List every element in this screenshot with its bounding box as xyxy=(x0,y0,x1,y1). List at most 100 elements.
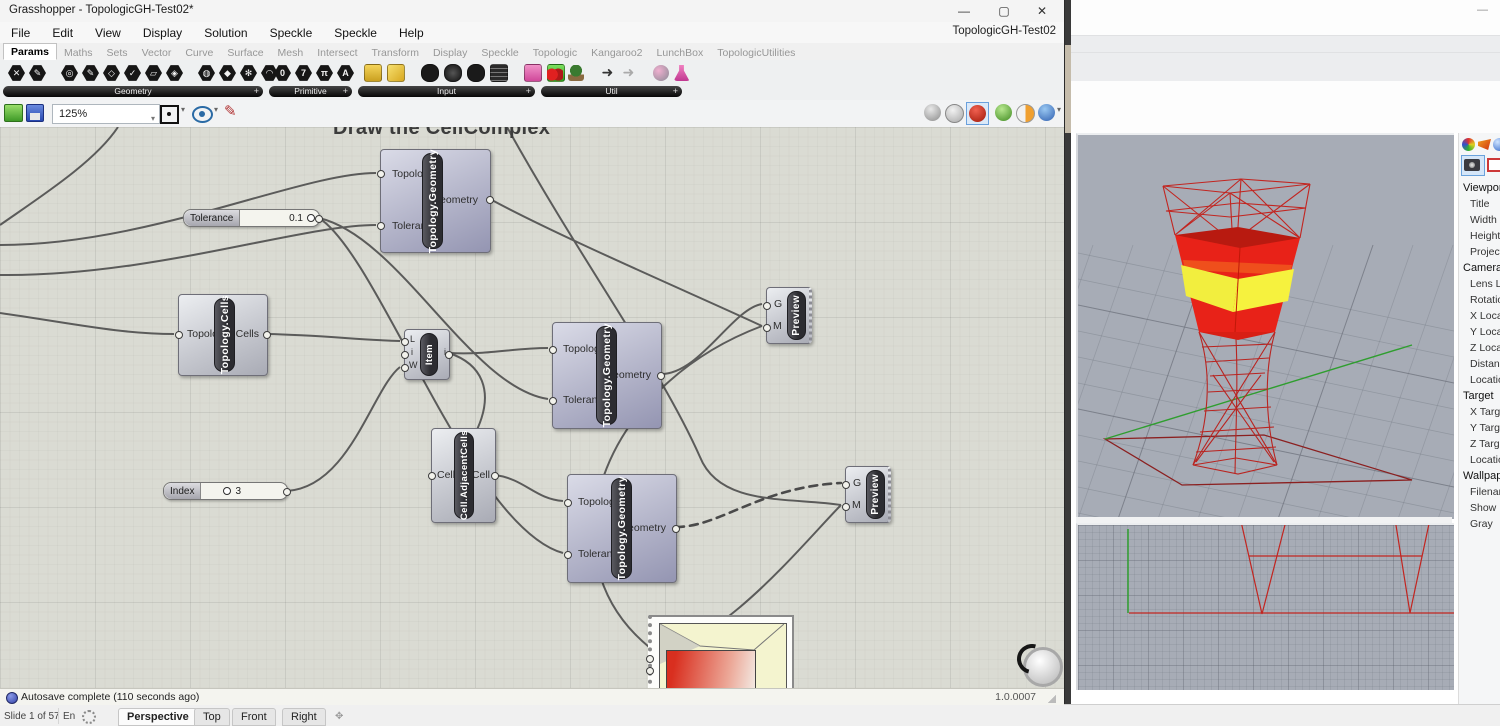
tab-maths[interactable]: Maths xyxy=(57,45,100,60)
geometry-icon-11[interactable]: ✻ xyxy=(240,65,257,82)
minimize-button[interactable]: — xyxy=(946,0,982,22)
geometry-icon-7[interactable]: ▱ xyxy=(145,65,162,82)
close-button[interactable]: ✕ xyxy=(1024,0,1060,22)
primitive-icon-integer[interactable]: 7 xyxy=(295,65,312,82)
panel-item[interactable]: Z Target xyxy=(1459,436,1500,452)
tab-params[interactable]: Params xyxy=(3,43,57,60)
panel-item[interactable]: Gray xyxy=(1459,516,1500,532)
input-port[interactable] xyxy=(549,397,557,405)
output-port[interactable] xyxy=(283,488,291,496)
relay-arrow-icon[interactable]: ➜ xyxy=(600,65,616,81)
panel-icon[interactable] xyxy=(490,64,508,82)
color-wheel-icon[interactable] xyxy=(1462,138,1475,151)
input-port[interactable] xyxy=(564,551,572,559)
knob-icon[interactable] xyxy=(444,64,462,82)
input-port[interactable] xyxy=(401,364,409,372)
viewport-tab-right[interactable]: Right xyxy=(282,708,326,726)
panel-item[interactable]: Y Target xyxy=(1459,420,1500,436)
menu-file[interactable]: File xyxy=(0,26,41,40)
slider-knob[interactable] xyxy=(307,214,315,222)
tab-vector[interactable]: Vector xyxy=(135,45,179,60)
display-mode-icon[interactable] xyxy=(1038,104,1055,121)
group-expand[interactable]: + xyxy=(343,86,348,97)
sketch-pen-icon[interactable]: ✎ xyxy=(224,102,237,120)
zoom-extents-icon[interactable] xyxy=(160,105,179,124)
tab-speckle[interactable]: Speckle xyxy=(474,45,525,60)
node-topology-cells[interactable]: Topology Cells Topology.Cells xyxy=(178,294,268,376)
geometry-icon-10[interactable]: ◆ xyxy=(219,65,236,82)
panel-item[interactable]: Projection xyxy=(1459,244,1500,260)
tab-topologic[interactable]: Topologic xyxy=(526,45,584,60)
panel-item[interactable]: Location xyxy=(1459,372,1500,388)
group-expand[interactable]: + xyxy=(673,86,678,97)
node-preview-1[interactable]: G M Preview xyxy=(766,287,812,344)
panel-item[interactable]: Width xyxy=(1459,212,1500,228)
panel-item[interactable]: Lens Length xyxy=(1459,276,1500,292)
toggle-icon[interactable] xyxy=(421,64,439,82)
geometry-icon-6[interactable]: ✓ xyxy=(124,65,141,82)
output-port[interactable] xyxy=(263,331,271,339)
preview-eye-icon[interactable] xyxy=(192,106,213,123)
panel-item[interactable]: Rotation xyxy=(1459,292,1500,308)
menu-view[interactable]: View xyxy=(84,26,132,40)
galapagos-icon[interactable] xyxy=(653,65,669,81)
input-port[interactable] xyxy=(377,222,385,230)
input-port[interactable] xyxy=(428,472,436,480)
tab-sets[interactable]: Sets xyxy=(100,45,135,60)
primitive-icon-number[interactable]: π xyxy=(316,65,333,82)
panel-item[interactable]: X Location xyxy=(1459,308,1500,324)
output-port[interactable] xyxy=(491,472,499,480)
input-port[interactable] xyxy=(763,324,771,332)
geometry-icon-1[interactable]: ✕ xyxy=(8,65,25,82)
input-port[interactable] xyxy=(549,346,557,354)
menu-help[interactable]: Help xyxy=(388,26,435,40)
gauge-icon[interactable] xyxy=(467,64,485,82)
output-port[interactable] xyxy=(657,372,665,380)
geometry-icon-9[interactable]: ◍ xyxy=(198,65,215,82)
primitive-icon-text[interactable]: A xyxy=(337,65,354,82)
chevron-down-icon[interactable]: ▾ xyxy=(181,105,185,114)
panel-item[interactable]: Location xyxy=(1459,452,1500,468)
canvas-navigation-ball[interactable] xyxy=(1023,647,1063,687)
open-file-icon[interactable] xyxy=(4,104,23,122)
input-port[interactable] xyxy=(842,503,850,511)
viewport-tab-perspective[interactable]: Perspective xyxy=(118,708,198,726)
node-topology-geometry-1[interactable]: Topology Tolerance Geometry Topology.Geo… xyxy=(380,149,491,253)
primitive-icon-boolean[interactable]: 0 xyxy=(274,65,291,82)
menu-solution[interactable]: Solution xyxy=(193,26,258,40)
jump-arrow-icon[interactable]: ➜ xyxy=(621,65,637,81)
slider-icon[interactable] xyxy=(387,64,405,82)
node-preview-2[interactable]: G M Preview xyxy=(845,466,891,523)
add-viewport-tab[interactable]: ✥ xyxy=(335,711,343,722)
panel-item[interactable]: Distance xyxy=(1459,356,1500,372)
geometry-icon-4[interactable]: ✎ xyxy=(82,65,99,82)
node-cell-adjacentcells[interactable]: Cell Cell Cell.AdjacentCells xyxy=(431,428,496,523)
node-material-swatch[interactable] xyxy=(648,615,794,688)
button-icon[interactable] xyxy=(364,64,382,82)
tree-icon[interactable] xyxy=(568,65,584,81)
output-port[interactable] xyxy=(646,655,654,663)
chevron-down-icon[interactable]: ▾ xyxy=(1057,105,1061,114)
node-list-item[interactable]: L i W i Item xyxy=(404,329,450,380)
tab-lunchbox[interactable]: LunchBox xyxy=(650,45,711,60)
tab-kangaroo2[interactable]: Kangaroo2 xyxy=(584,45,649,60)
tab-intersect[interactable]: Intersect xyxy=(310,45,364,60)
output-port[interactable] xyxy=(445,351,453,359)
menu-display[interactable]: Display xyxy=(132,26,193,40)
geometry-icon-2[interactable]: ✎ xyxy=(29,65,46,82)
panel-item[interactable]: Y Location xyxy=(1459,324,1500,340)
preview-shaded-selected[interactable] xyxy=(966,102,989,125)
menu-speckle-2[interactable]: Speckle xyxy=(323,26,388,40)
viewport-tab-front[interactable]: Front xyxy=(232,708,276,726)
geometry-icon-5[interactable]: ◇ xyxy=(103,65,120,82)
output-port[interactable] xyxy=(315,215,323,223)
input-port[interactable] xyxy=(401,338,409,346)
preview-wireframe-icon[interactable] xyxy=(945,104,964,123)
node-topology-geometry-3[interactable]: Topology Tolerance Geometry Topology.Geo… xyxy=(567,474,677,583)
rect-icon[interactable] xyxy=(1487,158,1500,172)
chevron-down-icon[interactable]: ▾ xyxy=(214,105,218,114)
panel-item[interactable]: Title xyxy=(1459,196,1500,212)
gh-titlebar[interactable]: Grasshopper - TopologicGH-Test02* — ▢ ✕ xyxy=(0,0,1064,23)
panel-item[interactable]: Z Location xyxy=(1459,340,1500,356)
maximize-button[interactable]: ▢ xyxy=(986,0,1022,22)
